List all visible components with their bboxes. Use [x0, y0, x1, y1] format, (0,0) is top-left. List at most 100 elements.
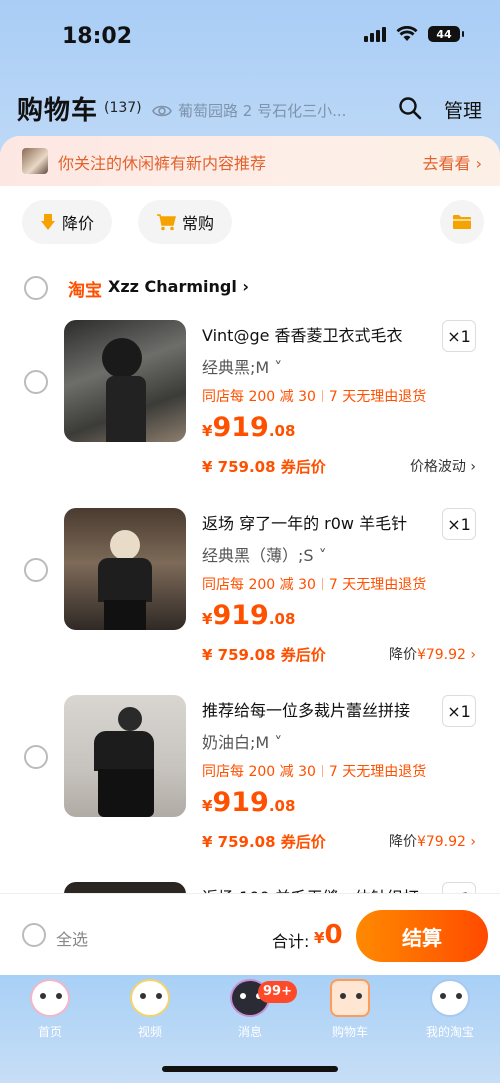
price-decimal: .08 — [268, 610, 296, 628]
wifi-icon — [396, 26, 418, 41]
total-number: 0 — [324, 920, 343, 950]
price-note-value: ¥79.92 › — [416, 834, 476, 850]
folder-button[interactable] — [440, 200, 484, 244]
status-time: 18:02 — [62, 24, 133, 49]
promo-tags: 同店每 200 减 30 7 天无理由退货 — [202, 761, 426, 781]
variant-selector[interactable]: 经典黑（薄）;S ˅ — [202, 542, 327, 566]
tab-video-label: 视频 — [137, 1025, 162, 1039]
tab-video[interactable]: 视频 — [100, 975, 200, 1045]
page-title: 购物车 — [17, 96, 99, 126]
select-all-label[interactable]: 全选 — [56, 926, 88, 950]
variant-selector[interactable]: 奶油白;M ˅ — [202, 729, 282, 753]
search-icon[interactable] — [398, 96, 422, 120]
address-text: 葡萄园路 2 号石化三小... — [178, 102, 347, 120]
checkout-bar: 全选 合计: ¥0 结算 — [0, 893, 500, 975]
promo-tags: 同店每 200 减 30 7 天无理由退货 — [202, 574, 426, 594]
promo-return: 7 天无理由退货 — [328, 764, 427, 780]
banner-go-link[interactable]: 去看看 › — [423, 150, 483, 174]
tab-home[interactable]: 首页 — [0, 975, 100, 1045]
quantity-button[interactable]: ×1 — [442, 508, 476, 540]
arrow-down-icon — [41, 214, 55, 230]
banner-text: 你关注的休闲裤有新内容推荐 — [58, 154, 267, 173]
item-price: ¥919.08 — [202, 600, 296, 631]
store-name-link[interactable]: Xzz Charmingl › — [108, 277, 249, 296]
total-label: 合计: — [272, 932, 310, 951]
item-price: ¥919.08 — [202, 412, 296, 443]
select-all-checkbox[interactable] — [22, 923, 46, 947]
store-row: 淘宝 Xzz Charmingl › — [0, 272, 500, 302]
coupon-price: ¥ 759.08 券后价 — [202, 458, 326, 476]
checkout-button[interactable]: 结算 — [356, 910, 488, 962]
item-checkbox[interactable] — [24, 745, 48, 769]
address-selector[interactable]: 葡萄园路 2 号石化三小... — [152, 100, 346, 121]
tab-cart-label: 购物车 — [331, 1025, 368, 1039]
store-checkbox[interactable] — [24, 276, 48, 300]
home-icon — [30, 979, 70, 1017]
price-integer: 919 — [212, 787, 269, 818]
total-currency: ¥ — [314, 929, 325, 947]
coupon-price: ¥ 759.08 券后价 — [202, 646, 326, 664]
price-decimal: .08 — [268, 422, 296, 440]
tab-cart[interactable]: 购物车 — [300, 975, 400, 1045]
quantity-button[interactable]: ×1 — [442, 695, 476, 727]
product-image[interactable] — [64, 695, 186, 817]
item-checkbox[interactable] — [24, 370, 48, 394]
promo-return: 7 天无理由退货 — [328, 389, 427, 405]
video-icon — [130, 979, 170, 1017]
tab-profile-label: 我的淘宝 — [425, 1025, 474, 1039]
cart-item: Vint@ge 香香菱卫衣式毛衣 ×1 经典黑;M ˅ 同店每 200 减 30… — [0, 320, 500, 490]
filter-often-bought[interactable]: 常购 — [138, 200, 233, 244]
banner-thumbnail — [22, 148, 48, 174]
promo-discount: 同店每 200 减 30 — [202, 764, 316, 780]
item-title[interactable]: 返场 穿了一年的 r0w 羊毛针 — [202, 510, 407, 534]
price-note-link[interactable]: 价格波动 › — [410, 456, 476, 476]
price-note-text: 降价 — [388, 834, 417, 850]
price-note-link[interactable]: 降价¥79.92 › — [389, 831, 476, 851]
cart-item: 推荐给每一位多裁片蕾丝拼接 ×1 奶油白;M ˅ 同店每 200 减 30 7 … — [0, 695, 500, 865]
price-note-link[interactable]: 降价¥79.92 › — [389, 644, 476, 664]
taobao-logo: 淘宝 — [68, 281, 102, 301]
price-decimal: .08 — [268, 797, 296, 815]
status-icons: 44 — [364, 26, 464, 42]
tab-profile[interactable]: 我的淘宝 — [400, 975, 500, 1045]
cart-icon — [330, 979, 370, 1017]
status-bar: 18:02 44 — [0, 0, 500, 72]
promo-discount: 同店每 200 减 30 — [202, 577, 316, 593]
total-amount: ¥0 — [314, 920, 343, 950]
tab-home-label: 首页 — [37, 1025, 62, 1039]
promo-discount: 同店每 200 减 30 — [202, 389, 316, 405]
filter-bar: 降价 常购 — [0, 186, 500, 246]
promo-return: 7 天无理由退货 — [328, 577, 427, 593]
cart-count: (137) — [104, 100, 142, 116]
product-image[interactable] — [64, 320, 186, 442]
price-note-text: 价格波动 › — [409, 459, 476, 475]
price-integer: 919 — [212, 412, 269, 443]
filter-price-drop[interactable]: 降价 — [22, 200, 113, 244]
coupon-price: ¥ 759.08 券后价 — [202, 833, 326, 851]
battery-icon: 44 — [428, 26, 464, 42]
tab-messages[interactable]: 99+ 消息 — [200, 975, 300, 1045]
eye-icon — [152, 105, 172, 116]
cart-header: 购物车 (137) 葡萄园路 2 号石化三小... 管理 — [0, 86, 500, 132]
item-title[interactable]: 推荐给每一位多裁片蕾丝拼接 — [202, 697, 410, 721]
item-price: ¥919.08 — [202, 787, 296, 818]
item-checkbox[interactable] — [24, 558, 48, 582]
price-note-value: ¥79.92 › — [416, 647, 476, 663]
message-badge: 99+ — [258, 981, 297, 1003]
cart-sheet: 你关注的休闲裤有新内容推荐 去看看 › 降价 常购 淘宝 Xzz Charmin… — [0, 136, 500, 896]
promo-tags: 同店每 200 减 30 7 天无理由退货 — [202, 386, 426, 406]
filter-often-bought-label: 常购 — [182, 214, 215, 233]
item-title[interactable]: Vint@ge 香香菱卫衣式毛衣 — [202, 322, 403, 346]
price-integer: 919 — [212, 600, 269, 631]
profile-icon — [430, 979, 470, 1017]
folder-icon — [453, 215, 471, 229]
tab-messages-label: 消息 — [237, 1025, 262, 1039]
filter-price-drop-label: 降价 — [62, 214, 95, 233]
manage-button[interactable]: 管理 — [444, 96, 482, 123]
price-note-text: 降价 — [388, 647, 417, 663]
variant-selector[interactable]: 经典黑;M ˅ — [202, 354, 282, 378]
product-image[interactable] — [64, 508, 186, 630]
recommend-banner[interactable]: 你关注的休闲裤有新内容推荐 去看看 › — [0, 136, 500, 186]
quantity-button[interactable]: ×1 — [442, 320, 476, 352]
home-indicator — [162, 1066, 338, 1072]
